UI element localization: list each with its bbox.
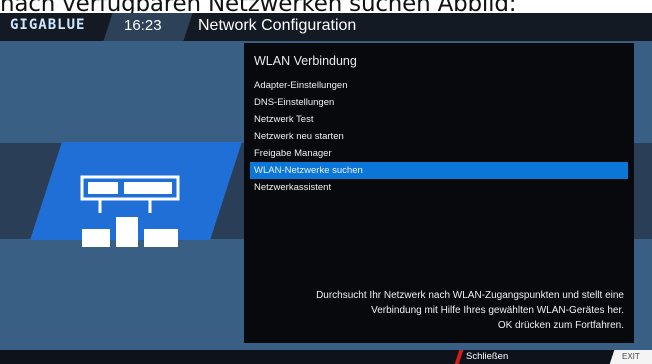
menu-item-share-manager[interactable]: Freigabe Manager xyxy=(250,145,628,162)
help-line: Verbindung mit Hilfe Ihres gewählten WLA… xyxy=(371,305,624,316)
network-device-icon xyxy=(80,173,190,257)
menu-item-network-wizard[interactable]: Netzwerkassistent xyxy=(250,179,628,196)
close-button[interactable]: Schließen xyxy=(466,351,508,362)
brand-logo: GIGABLUE xyxy=(10,17,86,33)
help-line: Durchsucht Ihr Netzwerk nach WLAN-Zugang… xyxy=(316,290,624,301)
page-title: Network Configuration xyxy=(198,17,357,34)
menu-item-adapter-settings[interactable]: Adapter-Einstellungen xyxy=(250,77,628,94)
tv-screen: GIGABLUE 16:23 Network Configuration WLA… xyxy=(0,13,652,364)
bottom-bar xyxy=(0,350,652,364)
wlan-connection-panel: WLAN Verbindung Adapter-Einstellungen DN… xyxy=(244,43,634,343)
wlan-menu: Adapter-Einstellungen DNS-Einstellungen … xyxy=(250,77,628,196)
exit-button[interactable]: EXIT xyxy=(622,352,640,361)
help-line: OK drücken zum Fortfahren. xyxy=(497,320,624,331)
menu-item-dns-settings[interactable]: DNS-Einstellungen xyxy=(250,94,628,111)
panel-title: WLAN Verbindung xyxy=(254,54,357,68)
help-description: Durchsucht Ihr Netzwerk nach WLAN-Zugang… xyxy=(254,288,624,333)
menu-item-network-restart[interactable]: Netzwerk neu starten xyxy=(250,128,628,145)
clock-time: 16:23 xyxy=(124,17,162,34)
menu-item-network-test[interactable]: Netzwerk Test xyxy=(250,111,628,128)
menu-item-wlan-scan[interactable]: WLAN-Netzwerke suchen xyxy=(250,162,628,179)
